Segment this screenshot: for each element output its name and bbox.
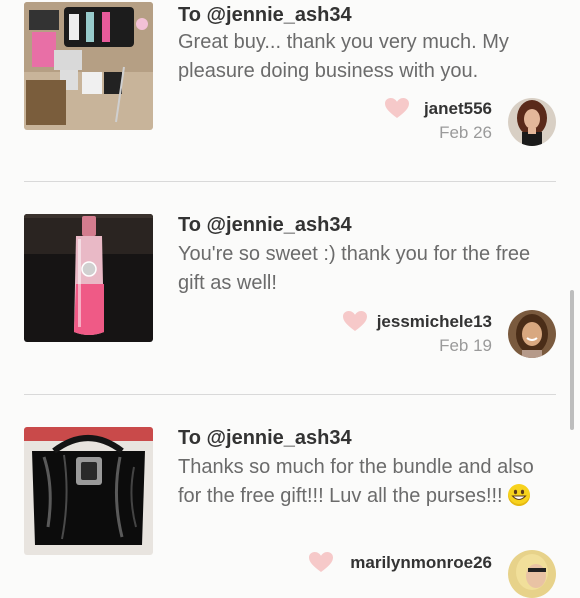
photo-of-pink-perfume-bottle [24,214,153,342]
listing-thumbnail[interactable] [24,2,153,130]
sender-avatar[interactable] [508,310,556,358]
note-recipient[interactable]: To @jennie_ash34 [178,427,352,450]
woman-blonde-avatar [508,550,556,598]
note-message-text: Thanks so much for the bundle and also f… [178,456,534,507]
photo-of-black-patent-purse [24,427,153,555]
note-message: You're so sweet :) thank you for the fre… [178,243,531,294]
love-notes-feed: To @jennie_ash34 Great buy... thank you … [0,0,580,598]
sender-avatar[interactable] [508,550,556,598]
note-message: Thanks so much for the bundle and also f… [178,453,538,511]
sender-username[interactable]: jessmichele13 [377,312,492,332]
note-recipient[interactable]: To @jennie_ash34 [178,214,352,237]
note-date: Feb 26 [439,123,492,142]
woman-smiling-avatar [508,310,556,358]
note-recipient[interactable]: To @jennie_ash34 [178,4,352,27]
sender-username[interactable]: janet556 [424,99,492,119]
listing-thumbnail[interactable] [24,427,153,555]
woman-dark-hair-avatar [508,98,556,146]
sender-avatar[interactable] [508,98,556,146]
love-note-card: To @jennie_ash34 Thanks so much for the … [0,395,580,598]
heart-icon [343,311,367,331]
note-message: Great buy... thank you very much. My ple… [178,31,509,82]
love-note-card: To @jennie_ash34 You're so sweet :) than… [0,182,580,394]
scrollbar[interactable] [570,290,574,430]
heart-icon [385,98,409,118]
listing-thumbnail[interactable] [24,214,153,342]
grinning-face-emoji [508,484,531,506]
note-date: Feb 19 [439,336,492,355]
sender-username[interactable]: marilynmonroe26 [350,553,492,573]
love-note-card: To @jennie_ash34 Great buy... thank you … [0,0,580,182]
heart-icon [309,552,333,572]
photo-of-jewelry-and-watches [24,2,153,130]
